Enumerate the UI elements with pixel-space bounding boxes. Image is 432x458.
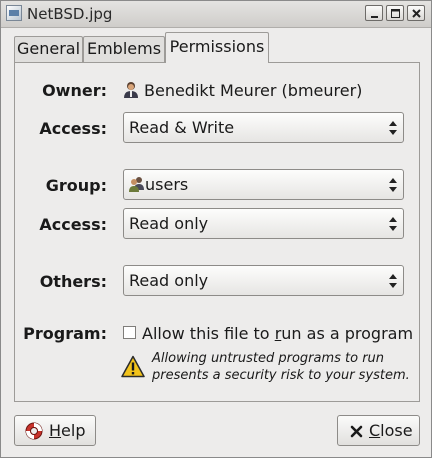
program-checkbox-text-suffix: un as a program: [281, 324, 414, 343]
minimize-button[interactable]: [365, 5, 383, 21]
user-icon: [124, 82, 138, 98]
title-bar[interactable]: NetBSD.jpg: [1, 1, 431, 28]
security-warning: Allowing untrusted programs to run prese…: [152, 350, 422, 384]
combo-arrows-icon: [389, 217, 397, 231]
warning-icon: [121, 355, 145, 378]
help-mnemonic: H: [49, 421, 62, 440]
group-icon: [129, 177, 144, 192]
close-button[interactable]: Close: [337, 415, 420, 446]
owner-access-label: Access:: [39, 119, 107, 138]
owner-value: Benedikt Meurer (bmeurer): [144, 81, 363, 100]
help-label-rest: elp: [61, 421, 86, 440]
close-icon: [412, 9, 421, 18]
others-access-value: Read only: [129, 271, 209, 290]
program-checkbox-text-prefix: Allow this file to: [142, 324, 275, 343]
tab-emblems[interactable]: Emblems: [83, 36, 165, 62]
help-button-label: Help: [49, 421, 85, 440]
group-label: Group:: [45, 176, 107, 195]
tab-permissions-label: Permissions: [169, 37, 265, 56]
image-file-icon: [6, 5, 22, 21]
program-checkbox[interactable]: [123, 326, 136, 339]
warning-line-1: Allowing untrusted programs to run: [152, 351, 385, 366]
owner-access-combo[interactable]: Read & Write: [123, 112, 404, 143]
close-window-button[interactable]: [407, 5, 425, 21]
owner-access-value: Read & Write: [129, 118, 235, 137]
program-checkbox-label[interactable]: Allow this file to run as a program: [142, 324, 413, 343]
combo-arrows-icon: [389, 274, 397, 288]
owner-label: Owner:: [42, 81, 107, 100]
others-access-combo[interactable]: Read only: [123, 265, 404, 296]
combo-arrows-icon: [389, 121, 397, 135]
properties-dialog: NetBSD.jpg General Emblems Permissions O…: [0, 0, 432, 458]
close-label-rest: lose: [380, 421, 413, 440]
help-button[interactable]: Help: [14, 415, 96, 446]
group-value: users: [145, 175, 189, 194]
tab-permissions[interactable]: Permissions: [165, 32, 269, 63]
others-label: Others:: [39, 272, 107, 291]
close-x-icon: [350, 425, 363, 438]
group-access-value: Read only: [129, 214, 209, 233]
close-mnemonic: C: [369, 421, 381, 440]
combo-arrows-icon: [389, 178, 397, 192]
group-access-label: Access:: [39, 215, 107, 234]
group-combo[interactable]: users: [123, 169, 404, 200]
minimize-icon: [371, 16, 378, 18]
close-button-label: Close: [369, 421, 413, 440]
maximize-icon: [391, 9, 400, 18]
warning-line-2: presents a security risk to your system.: [152, 368, 410, 383]
maximize-button[interactable]: [386, 5, 404, 21]
window-title: NetBSD.jpg: [27, 5, 113, 23]
tab-emblems-label: Emblems: [86, 39, 162, 58]
group-access-combo[interactable]: Read only: [123, 208, 404, 239]
tab-general[interactable]: General: [14, 36, 83, 62]
program-label: Program:: [23, 324, 107, 343]
tab-general-label: General: [16, 39, 81, 58]
lifebuoy-icon: [25, 422, 43, 440]
